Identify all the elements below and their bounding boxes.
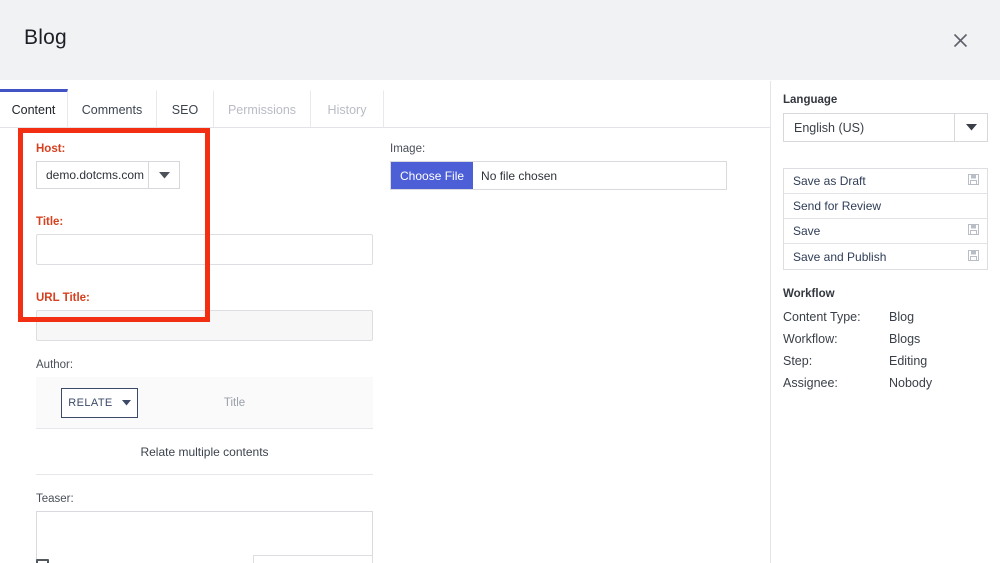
- tab-permissions: Permissions: [214, 89, 311, 127]
- partial-checkbox[interactable]: [36, 559, 49, 563]
- author-column-header: Title: [223, 396, 246, 409]
- image-label: Image:: [390, 143, 426, 155]
- workflow-step-value: Editing: [889, 354, 928, 368]
- language-select[interactable]: English (US): [783, 113, 988, 142]
- relate-button[interactable]: RELATE: [61, 387, 138, 418]
- field-image: Image: Choose File No file chosen: [390, 143, 730, 190]
- author-label: Author:: [36, 359, 74, 371]
- workflow-row-step: Step: Editing: [783, 350, 988, 372]
- save-icon: [968, 224, 979, 238]
- form-column-right: Image: Choose File No file chosen: [390, 143, 730, 190]
- workflow-row-content-type: Content Type: Blog: [783, 306, 988, 328]
- title-input[interactable]: [36, 234, 373, 265]
- field-title: Title:: [36, 216, 373, 265]
- field-url-title: URL Title:: [36, 292, 373, 341]
- action-save-as-draft[interactable]: Save as Draft: [784, 169, 987, 194]
- teaser-label: Teaser:: [36, 493, 74, 505]
- workflow-assignee-value: Nobody: [889, 376, 933, 390]
- tab-comments-label: Comments: [81, 102, 143, 117]
- workflow-section-title: Workflow: [783, 288, 835, 300]
- author-relate-toolbar: RELATE Title: [36, 377, 373, 429]
- chevron-down-icon[interactable]: [954, 114, 987, 141]
- tab-content-label: Content: [11, 102, 56, 117]
- workflow-step-key: Step:: [783, 354, 813, 368]
- workflow-content-type-value: Blog: [889, 310, 915, 324]
- host-label: Host:: [36, 143, 66, 155]
- action-save-label: Save: [793, 224, 821, 238]
- workflow-assignee-key: Assignee:: [783, 376, 838, 390]
- form-column-left: Host: demo.dotcms.com Title: URL Title: …: [36, 143, 373, 563]
- title-label: Title:: [36, 216, 64, 228]
- tab-history: History: [311, 89, 384, 127]
- workflow-workflow-key: Workflow:: [783, 332, 838, 346]
- chevron-down-icon[interactable]: [148, 161, 180, 189]
- workflow-row-workflow: Workflow: Blogs: [783, 328, 988, 350]
- url-title-input[interactable]: [36, 310, 373, 341]
- action-send-for-review[interactable]: Send for Review: [784, 194, 987, 219]
- relate-button-label: RELATE: [68, 396, 113, 409]
- tab-comments[interactable]: Comments: [68, 89, 157, 127]
- action-save-and-publish[interactable]: Save and Publish: [784, 244, 987, 269]
- host-select[interactable]: demo.dotcms.com: [36, 161, 180, 189]
- tab-permissions-label: Permissions: [227, 102, 297, 117]
- partial-input[interactable]: [253, 555, 373, 563]
- tab-seo[interactable]: SEO: [157, 89, 214, 127]
- editor-sidebar: Language English (US) Save as Draft Send…: [771, 81, 1000, 563]
- url-title-label: URL Title:: [36, 292, 90, 304]
- field-host: Host: demo.dotcms.com: [36, 143, 373, 189]
- workflow-action-list: Save as Draft Send for Review Save Save …: [783, 168, 988, 270]
- save-icon: [968, 174, 979, 188]
- language-select-value: English (US): [794, 120, 865, 135]
- content-editor-screen: Blog Content Comments SEO Permissions Hi…: [0, 0, 1000, 563]
- field-author: Author: RELATE Title Relate multiple con…: [36, 359, 373, 475]
- dialog-header: Blog: [0, 0, 1000, 80]
- chevron-down-icon: [121, 397, 131, 409]
- language-label: Language: [783, 94, 838, 106]
- host-select-value: demo.dotcms.com: [36, 161, 148, 189]
- workflow-content-type-key: Content Type:: [783, 310, 861, 324]
- action-save-as-draft-label: Save as Draft: [793, 174, 866, 188]
- workflow-row-assignee: Assignee: Nobody: [783, 372, 988, 394]
- tab-bar-filler: [384, 89, 770, 127]
- tab-seo-label: SEO: [171, 102, 199, 117]
- choose-file-button[interactable]: Choose File: [391, 162, 474, 189]
- action-save[interactable]: Save: [784, 219, 987, 244]
- page-title: Blog: [24, 26, 67, 49]
- tab-history-label: History: [327, 102, 367, 117]
- field-teaser: Teaser:: [36, 493, 373, 563]
- image-file-input[interactable]: Choose File No file chosen: [390, 161, 727, 190]
- relate-hint-text: Relate multiple contents: [36, 429, 373, 475]
- editor-tabs: Content Comments SEO Permissions History: [0, 89, 770, 128]
- file-status-text: No file chosen: [481, 168, 558, 183]
- action-save-and-publish-label: Save and Publish: [793, 249, 887, 264]
- tab-content[interactable]: Content: [0, 89, 68, 127]
- action-send-for-review-label: Send for Review: [793, 199, 882, 213]
- save-icon: [968, 249, 979, 264]
- content-form: Host: demo.dotcms.com Title: URL Title: …: [0, 128, 770, 563]
- close-icon[interactable]: [946, 26, 974, 54]
- workflow-workflow-value: Blogs: [889, 332, 921, 346]
